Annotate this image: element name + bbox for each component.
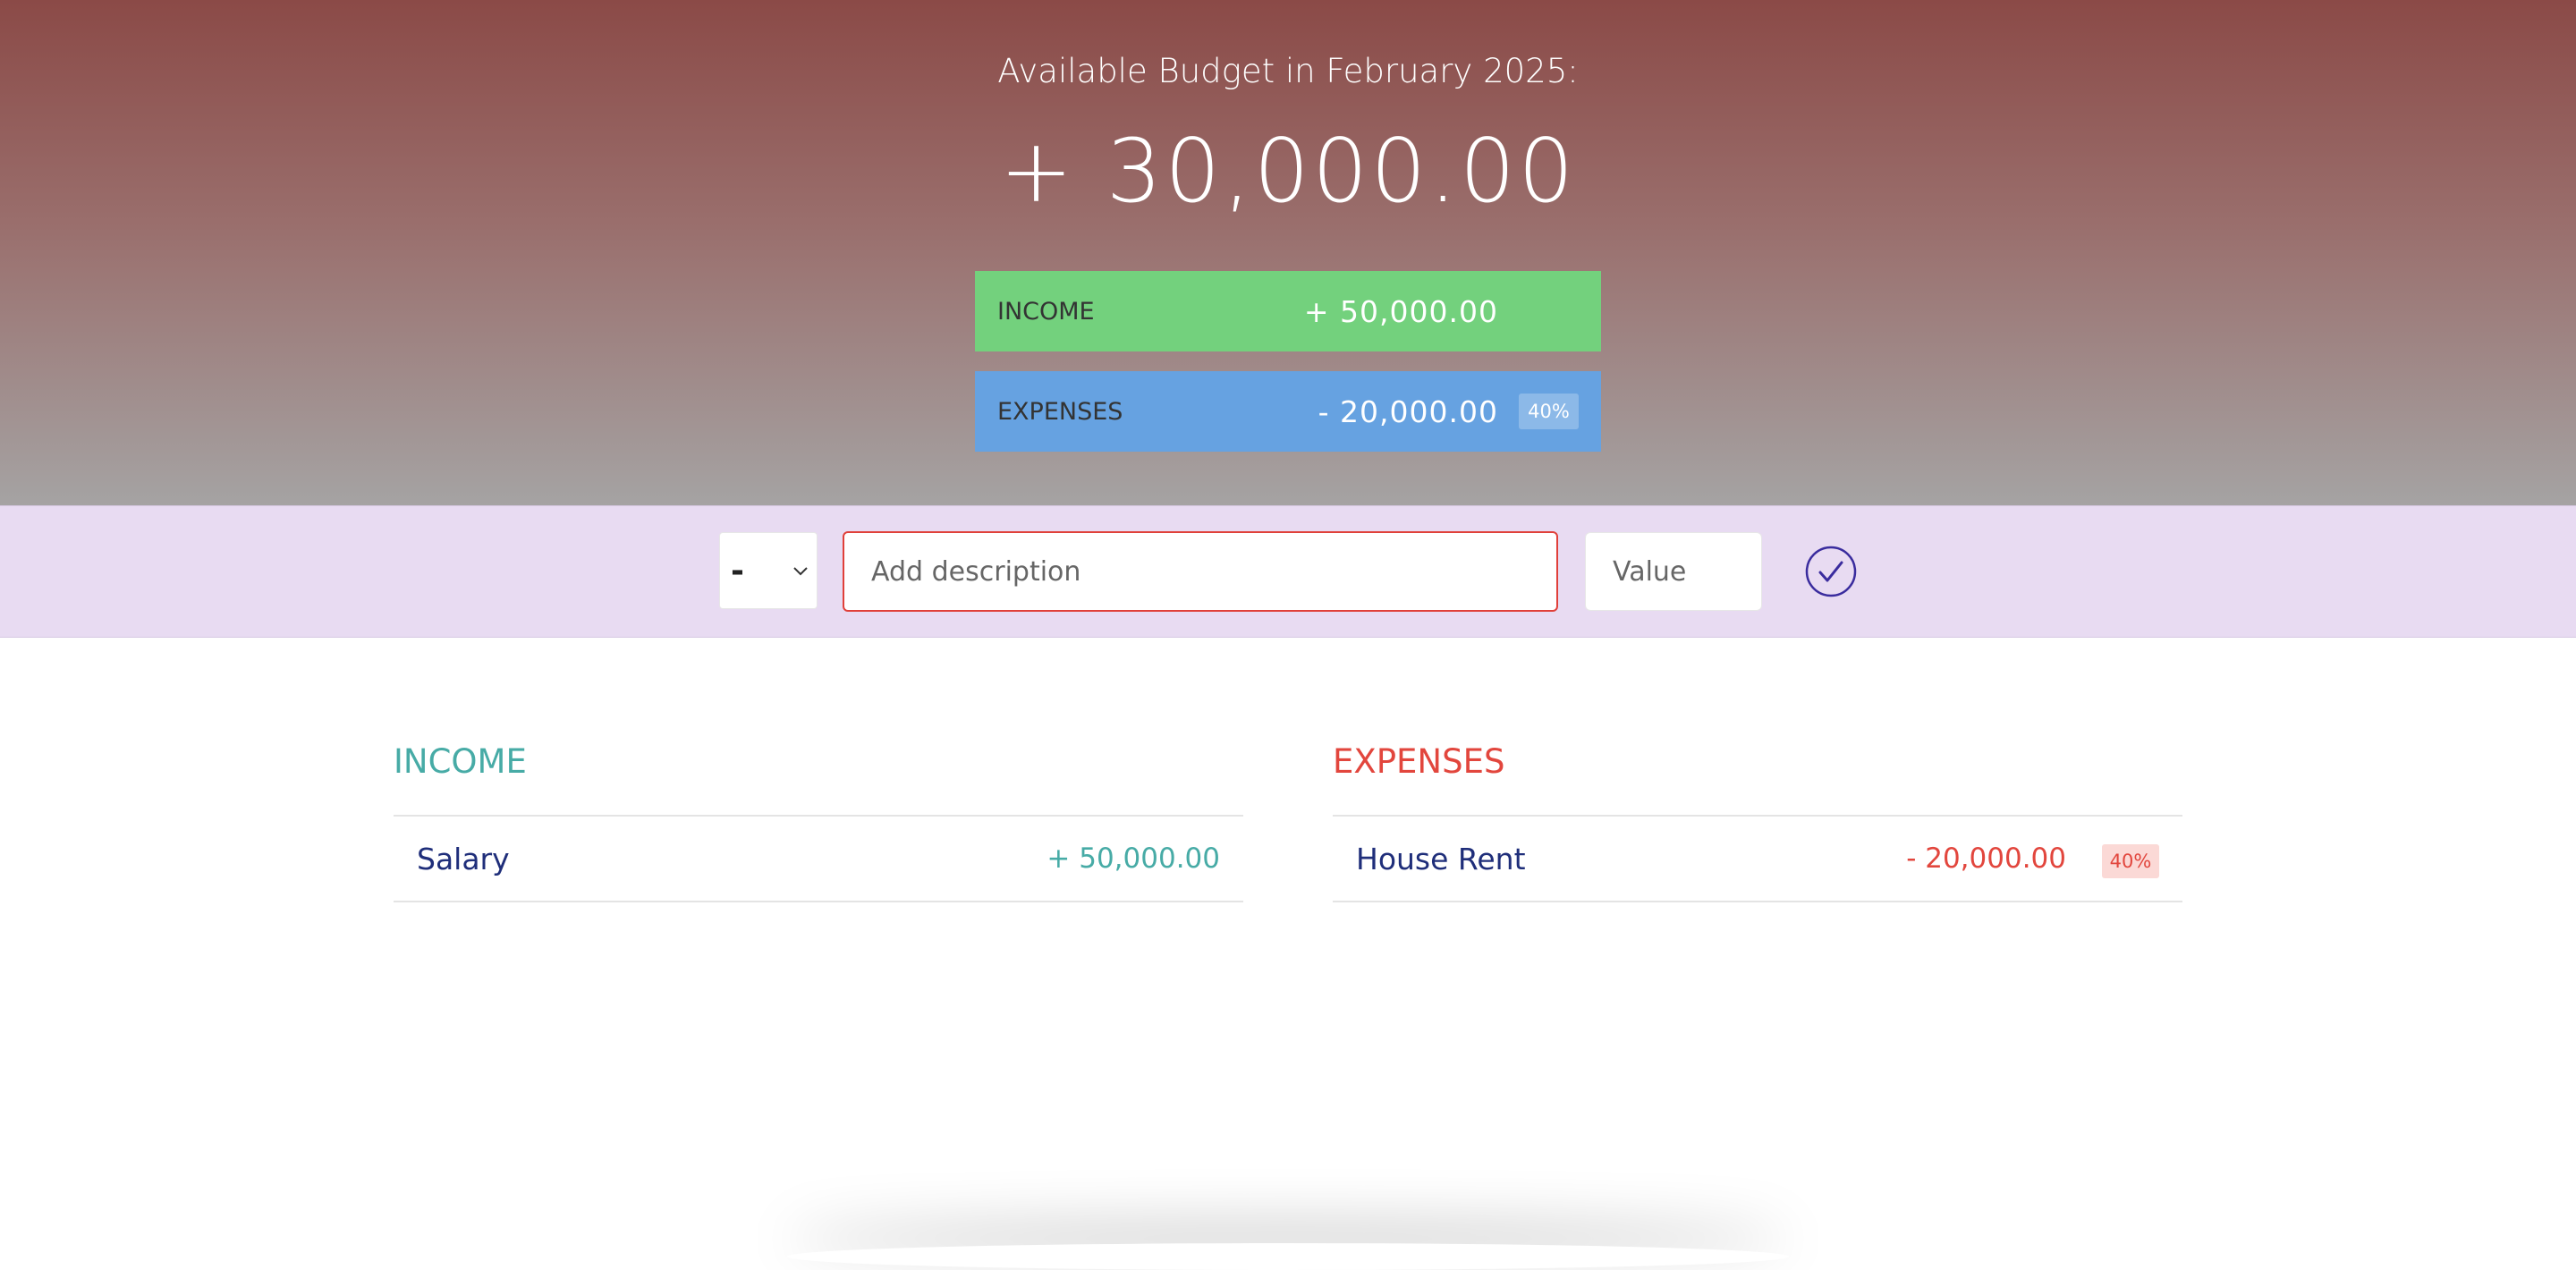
item-description: Salary — [417, 841, 510, 876]
expenses-list: EXPENSES House Rent - 20,000.00 40% — [1333, 742, 2182, 902]
income-summary: INCOME + 50,000.00 — [975, 271, 1601, 351]
item-value: - 20,000.00 — [1906, 842, 2066, 875]
type-select-value: - — [731, 552, 744, 589]
income-summary-value: + 50,000.00 — [1303, 293, 1498, 329]
expenses-percentage-badge: 40% — [1519, 394, 1579, 429]
bottom-shadow — [787, 1243, 1789, 1270]
add-entry-bar: - — [0, 505, 2576, 638]
expenses-summary-label: EXPENSES — [997, 397, 1123, 426]
budget-value: + 30,000.00 — [999, 121, 1577, 223]
expenses-summary: EXPENSES - 20,000.00 40% — [975, 371, 1601, 452]
check-circle-icon[interactable] — [1805, 546, 1857, 597]
list-item[interactable]: House Rent - 20,000.00 40% — [1333, 815, 2182, 902]
income-list: INCOME Salary + 50,000.00 — [394, 742, 1243, 902]
list-item[interactable]: Salary + 50,000.00 — [394, 815, 1243, 902]
income-list-title: INCOME — [394, 742, 527, 781]
description-input[interactable] — [843, 531, 1558, 612]
budget-header: Available Budget in February 2025: + 30,… — [0, 0, 2576, 505]
chevron-down-icon — [793, 567, 808, 576]
expenses-summary-value: - 20,000.00 — [1318, 394, 1498, 429]
income-summary-label: INCOME — [997, 297, 1095, 326]
value-input[interactable] — [1585, 532, 1762, 611]
item-value: + 50,000.00 — [1046, 842, 1220, 875]
item-description: House Rent — [1356, 841, 1526, 876]
expenses-list-title: EXPENSES — [1333, 742, 1505, 781]
item-percentage-badge: 40% — [2102, 844, 2159, 878]
budget-title: Available Budget in February 2025: — [997, 52, 1579, 90]
type-select[interactable]: - — [719, 532, 818, 609]
